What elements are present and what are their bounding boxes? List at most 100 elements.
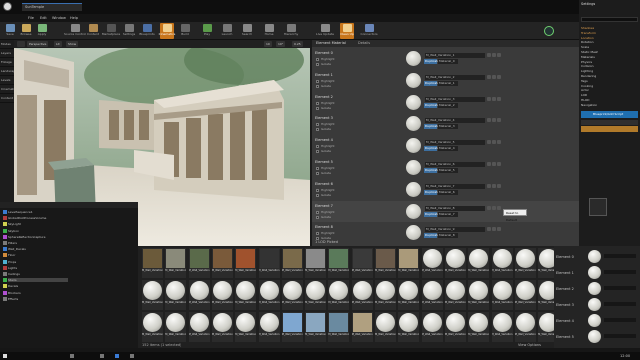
asset-tile[interactable]: M_Wall_Variation xyxy=(375,312,396,342)
material-thumbnail[interactable] xyxy=(406,116,421,132)
asset-tile[interactable]: M_Wall_Variation xyxy=(305,312,327,342)
duplicate-button[interactable]: Duplicate xyxy=(424,146,439,152)
taskbar-app-icon[interactable] xyxy=(70,354,74,358)
asset-tile[interactable]: M_Wall_Variation xyxy=(491,280,513,310)
highlight-checkbox[interactable] xyxy=(316,210,319,214)
outliner-row[interactable]: Skybox xyxy=(8,229,19,233)
isolate-checkbox[interactable] xyxy=(316,215,319,219)
material-thumbnail[interactable] xyxy=(406,94,421,110)
tab-cinematics[interactable]: Cinematics xyxy=(0,85,14,94)
toolbar-cleanup-button[interactable]: Clean Up xyxy=(340,23,354,39)
asset-tile[interactable]: M_Wall_Variation xyxy=(398,280,420,310)
details-row[interactable]: Rotation xyxy=(581,40,594,44)
arrow-left-icon[interactable] xyxy=(487,53,491,57)
highlight-checkbox[interactable] xyxy=(316,167,319,170)
material-slot-field[interactable] xyxy=(604,270,636,274)
asset-tile[interactable]: M_Wall_Variation xyxy=(281,312,303,342)
toolbar-search-button[interactable]: Search xyxy=(240,23,254,39)
fov-button[interactable]: 0.25 xyxy=(292,41,303,47)
asset-tile[interactable]: M_Wall_Variation xyxy=(421,312,443,342)
asset-tile[interactable]: M_Wall_Variation xyxy=(421,280,443,310)
asset-tile[interactable]: M_Wall_Variation xyxy=(328,248,350,278)
browse-icon[interactable] xyxy=(492,96,496,101)
reset-icon[interactable] xyxy=(497,140,501,145)
menu-edit[interactable]: Edit xyxy=(40,16,47,20)
asset-tile[interactable]: M_Wall_Variation xyxy=(258,248,280,278)
component-highlight[interactable] xyxy=(581,126,638,132)
toolbar-source-button[interactable]: Source Control xyxy=(64,23,86,39)
asset-tile[interactable]: M_Wall_Variation xyxy=(281,248,303,278)
asset-tile[interactable]: M_Wall_Variation xyxy=(211,312,233,342)
toolbar-marketplace-button[interactable]: Marketplace xyxy=(102,23,120,39)
asset-tile[interactable]: M_Wall_Variation xyxy=(328,280,350,310)
asset-tile[interactable]: M_Wall_Variation xyxy=(188,280,210,310)
asset-tile[interactable]: M_Wall_Variation xyxy=(165,312,187,342)
outliner-row[interactable]: Ceilings xyxy=(8,272,20,276)
arrow-left-icon[interactable] xyxy=(487,205,491,210)
asset-tile[interactable]: M_Wall_Variation xyxy=(165,280,187,310)
details-search-input[interactable] xyxy=(581,17,638,22)
asset-tile[interactable]: M_Wall_Variation xyxy=(398,312,420,342)
asset-tile[interactable]: M_Wall_Variation xyxy=(375,280,396,310)
reset-icon[interactable] xyxy=(497,227,501,232)
details-row[interactable]: Rendering xyxy=(581,74,596,78)
slot-name-field[interactable]: Material_0 xyxy=(438,59,458,64)
outliner-row[interactable]: Decals xyxy=(8,284,18,288)
level-tab[interactable]: SunTemple xyxy=(22,3,82,11)
material-ball-icon[interactable] xyxy=(588,298,601,311)
duplicate-button[interactable]: Duplicate xyxy=(424,80,439,86)
outliner-row[interactable]: Props xyxy=(8,260,16,264)
toolbar-home-button[interactable]: Home xyxy=(262,23,276,39)
material-thumbnail[interactable] xyxy=(406,72,421,88)
angle-snap-button[interactable]: 10° xyxy=(276,41,286,47)
toolbar-blueprints-button[interactable]: Blueprints xyxy=(139,23,155,39)
highlight-checkbox[interactable] xyxy=(316,188,319,192)
slot-name-field[interactable]: Material_7 xyxy=(438,211,458,217)
highlight-checkbox[interactable] xyxy=(316,101,319,105)
arrow-left-icon[interactable] xyxy=(487,227,491,232)
browse-icon[interactable] xyxy=(492,74,496,79)
browse-icon[interactable] xyxy=(492,183,496,188)
slot-name-field[interactable]: Material_3 xyxy=(438,124,458,130)
reset-icon[interactable] xyxy=(497,205,501,210)
outliner-row[interactable]: Floor xyxy=(8,253,15,257)
asset-tile[interactable]: M_Wall_Variation xyxy=(468,280,490,310)
material-slot-dropdown[interactable]: M_Wall_Variation_3 xyxy=(425,96,485,102)
menu-help[interactable]: Help xyxy=(70,16,78,20)
highlight-checkbox[interactable] xyxy=(316,58,319,61)
taskbar-app-icon[interactable] xyxy=(115,354,119,358)
asset-tile[interactable]: M_Wall_Variation xyxy=(258,312,280,342)
tab-levels[interactable]: Levels xyxy=(0,76,14,85)
material-slot-field[interactable] xyxy=(604,318,636,322)
outliner-row[interactable]: Lights xyxy=(8,266,17,270)
highlight-checkbox[interactable] xyxy=(316,145,319,149)
perspective-button[interactable]: Perspective xyxy=(27,41,49,47)
asset-tile[interactable]: M_Wall_Variation xyxy=(142,248,163,278)
material-ball-icon[interactable] xyxy=(588,330,601,343)
browse-icon[interactable] xyxy=(492,53,496,57)
menu-file[interactable]: File xyxy=(28,16,34,20)
view-options-button[interactable]: View Options xyxy=(518,343,541,347)
lit-button[interactable]: Lit xyxy=(54,41,62,47)
duplicate-button[interactable]: Duplicate xyxy=(424,168,439,173)
toolbar-launch-button[interactable]: Launch xyxy=(220,23,234,39)
details-row[interactable]: Location xyxy=(581,36,594,40)
asset-tile[interactable]: M_Wall_Variation xyxy=(444,248,466,278)
asset-tile[interactable]: M_Wall_Variation xyxy=(375,248,396,278)
isolate-checkbox[interactable] xyxy=(316,128,319,132)
asset-tile[interactable]: M_Wall_Variation xyxy=(491,248,513,278)
highlight-checkbox[interactable] xyxy=(316,232,319,236)
asset-tile[interactable]: M_Wall_Variation xyxy=(351,248,373,278)
asset-tile[interactable]: M_Wall_Variation xyxy=(444,280,466,310)
duplicate-button[interactable]: Duplicate xyxy=(424,102,439,108)
outliner-row[interactable]: Wall_Decals xyxy=(8,247,26,251)
slot-name-field[interactable]: Material_4 xyxy=(438,146,458,152)
material-slot-dropdown[interactable]: M_Wall_Variation_6 xyxy=(425,162,485,167)
asset-tile[interactable]: M_Wall_Variation xyxy=(421,248,443,278)
material-slot-dropdown[interactable]: M_Wall_Variation_8 xyxy=(425,205,485,211)
asset-tile[interactable]: M_Wall_Variation xyxy=(328,312,350,342)
asset-tile[interactable]: M_Wall_Variation xyxy=(188,248,210,278)
outliner-row[interactable]: SphereReflectionCapture xyxy=(8,235,45,239)
asset-tile[interactable]: M_Wall_Variation xyxy=(305,248,327,278)
tab-modes[interactable]: Modes xyxy=(0,40,14,49)
